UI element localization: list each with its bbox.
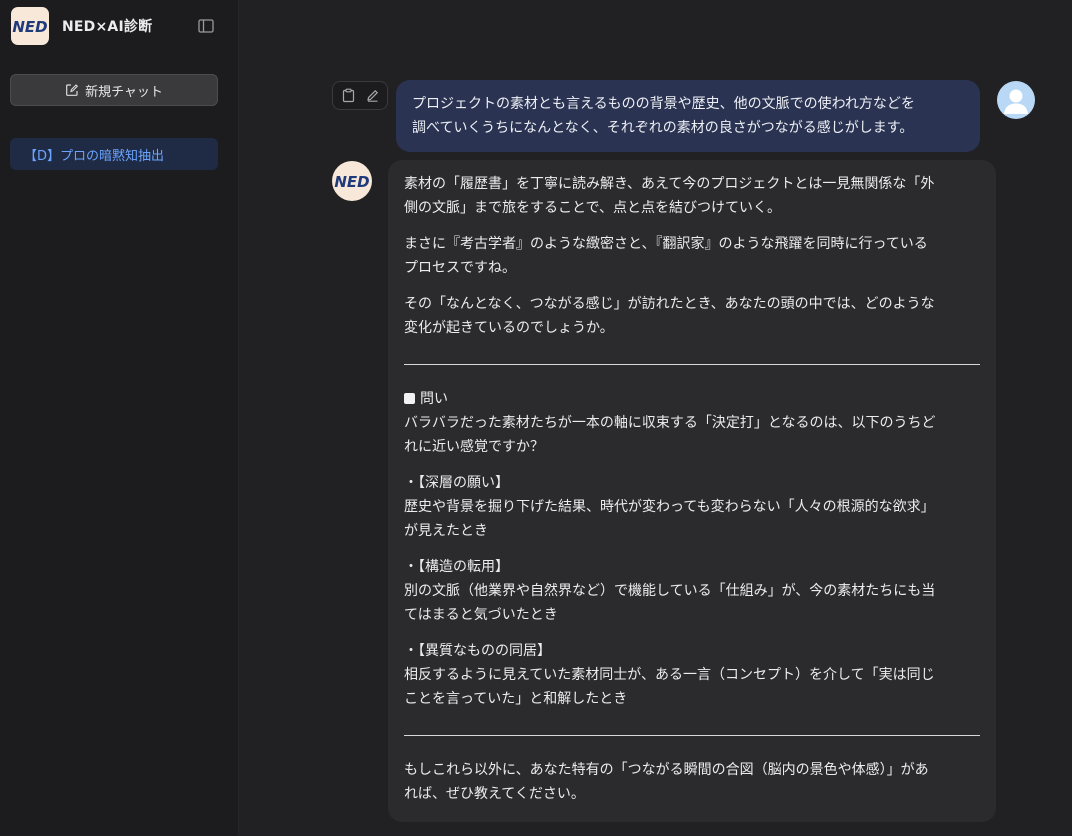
clipboard-icon[interactable] [339, 87, 357, 105]
app-title: NED×AI診断 [62, 19, 153, 35]
bot-logo-text: NED [334, 173, 369, 191]
option-title: ・【異質なものの同居】 [404, 643, 551, 659]
text-line: 別の文脈（他業界や自然界など）で機能している「仕組み」が、今の素材たちにも当 [404, 583, 936, 599]
user-message: プロジェクトの素材とも言えるものの背景や歴史、他の文脈での使われ方などを 調べて… [396, 80, 980, 152]
sidebar-toggle-icon[interactable] [197, 17, 215, 35]
history-item[interactable]: 【D】プロの暗黙知抽出 [10, 138, 218, 170]
text-line: てはまると気づいたとき [404, 607, 558, 623]
message-actions [332, 81, 388, 110]
question-block: 問い バラバラだった素材たちが一本の軸に収束する「決定打」となるのは、以下のうち… [404, 387, 980, 459]
text-line: 素材の「履歴書」を丁寧に読み解き、あえて今のプロジェクトとは一見無関係な「外 [404, 176, 935, 192]
text-line: まさに『考古学者』のような緻密さと、『翻訳家』のような飛躍を同時に行っている [404, 236, 928, 252]
text-line: もしこれら以外に、あなた特有の「つながる瞬間の合図（脳内の景色や体感）」があ [404, 762, 929, 778]
question-heading: 問い [420, 391, 448, 407]
option-item: ・【異質なものの同居】 相反するように見えていた素材同士が、ある一言（コンセプト… [404, 639, 980, 711]
closing-paragraph: もしこれら以外に、あなた特有の「つながる瞬間の合図（脳内の景色や体感）」があ れ… [404, 758, 980, 806]
text-line: その「なんとなく、つながる感じ」が訪れたとき、あなたの頭の中では、どのような [404, 296, 935, 312]
text-line: 相反するように見えていた素材同士が、ある一言（コンセプト）を介して「実は同じ [404, 667, 935, 683]
history-item-label: 【D】プロの暗黙知抽出 [24, 148, 165, 164]
text-line: れば、ぜひ教えてください。 [404, 786, 585, 802]
text-line: ことを言っていた」と和解したとき [404, 691, 628, 707]
user-message-line: 調べていくうちになんとなく、それぞれの素材の良さがつながる感じがします。 [412, 120, 914, 136]
text-line: バラバラだった素材たちが一本の軸に収束する「決定打」となるのは、以下のうちど [404, 415, 936, 431]
pencil-icon[interactable] [363, 87, 381, 105]
assistant-paragraph: その「なんとなく、つながる感じ」が訪れたとき、あなたの頭の中では、どのような 変… [404, 292, 980, 340]
new-chat-button[interactable]: 新規チャット [10, 74, 218, 106]
divider [404, 735, 980, 736]
option-title: ・【構造の転用】 [404, 559, 509, 575]
square-bullet-icon [404, 393, 415, 404]
text-line: 側の文脈」まで旅をすることで、点と点を結びつけていく。 [404, 200, 782, 216]
text-line: れに近い感覚ですか？ [404, 439, 544, 455]
user-avatar-icon [997, 81, 1035, 119]
logo-text: NED [12, 18, 47, 36]
assistant-message: 素材の「履歴書」を丁寧に読み解き、あえて今のプロジェクトとは一見無関係な「外 側… [388, 160, 996, 822]
text-line: が見えたとき [404, 523, 488, 539]
option-title: ・【深層の願い】 [404, 475, 509, 491]
text-line: 変化が起きているのでしょうか。 [404, 320, 614, 336]
text-line: 歴史や背景を掘り下げた結果、時代が変わっても変わらない「人々の根源的な欲求」 [404, 499, 935, 515]
sidebar: NED NED×AI診断 新規チャット 【D】プロの暗黙知抽出 [0, 0, 239, 836]
assistant-paragraph: 素材の「履歴書」を丁寧に読み解き、あえて今のプロジェクトとは一見無関係な「外 側… [404, 172, 980, 220]
text-line: プロセスですね。 [404, 260, 516, 276]
user-message-line: プロジェクトの素材とも言えるものの背景や歴史、他の文脈での使われ方などを [412, 96, 915, 112]
chat-app: NED NED×AI診断 新規チャット 【D】プロの暗黙知抽出 プロジェクトの素… [0, 0, 1072, 836]
bot-avatar: NED [332, 161, 372, 201]
assistant-paragraph: まさに『考古学者』のような緻密さと、『翻訳家』のような飛躍を同時に行っている プ… [404, 232, 980, 280]
divider [404, 364, 980, 365]
app-logo: NED [11, 7, 49, 45]
edit-square-icon [65, 83, 79, 97]
option-item: ・【深層の願い】 歴史や背景を掘り下げた結果、時代が変わっても変わらない「人々の… [404, 471, 980, 543]
new-chat-label: 新規チャット [85, 84, 163, 100]
option-item: ・【構造の転用】 別の文脈（他業界や自然界など）で機能している「仕組み」が、今の… [404, 555, 980, 627]
